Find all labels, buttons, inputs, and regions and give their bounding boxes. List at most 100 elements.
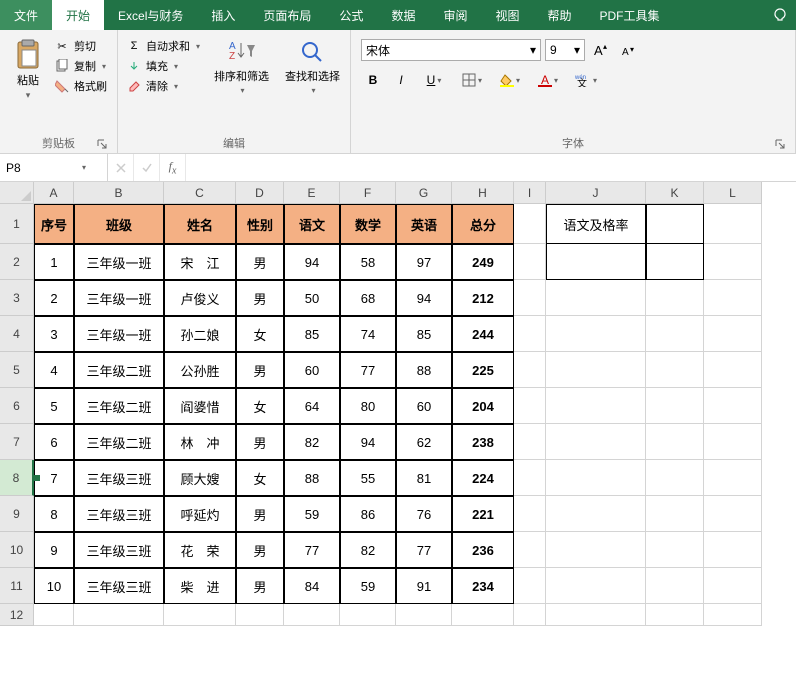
cell-C7[interactable]: 林 冲 [164,424,236,460]
cell-E11[interactable]: 84 [284,568,340,604]
cell-I8[interactable] [514,460,546,496]
cell-H12[interactable] [452,604,514,626]
cell-J8[interactable] [546,460,646,496]
cell-A4[interactable]: 3 [34,316,74,352]
cell-G6[interactable]: 60 [396,388,452,424]
cell-I10[interactable] [514,532,546,568]
cell-K4[interactable] [646,316,704,352]
cell-L12[interactable] [704,604,762,626]
cell-E2[interactable]: 94 [284,244,340,280]
cell-J9[interactable] [546,496,646,532]
menu-view[interactable]: 视图 [481,0,533,30]
cell-H8[interactable]: 224 [452,460,514,496]
cell-J10[interactable] [546,532,646,568]
cell-F5[interactable]: 77 [340,352,396,388]
cell-C9[interactable]: 呼延灼 [164,496,236,532]
cell-F11[interactable]: 59 [340,568,396,604]
cell-I3[interactable] [514,280,546,316]
cell-F9[interactable]: 86 [340,496,396,532]
cell-C1[interactable]: 姓名 [164,204,236,244]
cell-J7[interactable] [546,424,646,460]
menu-pdf-tools[interactable]: PDF工具集 [586,0,674,30]
col-header-B[interactable]: B [74,182,164,204]
cell-L8[interactable] [704,460,762,496]
cell-G11[interactable]: 91 [396,568,452,604]
row-header-12[interactable]: 12 [0,604,34,626]
font-launcher[interactable] [775,139,787,151]
cell-F10[interactable]: 82 [340,532,396,568]
name-box[interactable]: ▾ [0,154,108,181]
cell-E6[interactable]: 64 [284,388,340,424]
select-all-corner[interactable] [0,182,34,204]
cell-B2[interactable]: 三年级一班 [74,244,164,280]
cell-D6[interactable]: 女 [236,388,284,424]
cell-C2[interactable]: 宋 江 [164,244,236,280]
menu-review[interactable]: 审阅 [429,0,481,30]
cell-G4[interactable]: 85 [396,316,452,352]
cell-D8[interactable]: 女 [236,460,284,496]
cell-L3[interactable] [704,280,762,316]
cell-F6[interactable]: 80 [340,388,396,424]
cell-H2[interactable]: 249 [452,244,514,280]
italic-button[interactable]: I [389,68,413,92]
cell-K5[interactable] [646,352,704,388]
col-header-E[interactable]: E [284,182,340,204]
cell-E5[interactable]: 60 [284,352,340,388]
cell-J5[interactable] [546,352,646,388]
cell-K1[interactable] [646,204,704,244]
row-header-8[interactable]: 8 [0,460,34,496]
cell-I2[interactable] [514,244,546,280]
fill-button[interactable]: 填充 ▾ [126,58,200,74]
cell-J1[interactable]: 语文及格率 [546,204,646,244]
cell-A5[interactable]: 4 [34,352,74,388]
menu-formulas[interactable]: 公式 [325,0,377,30]
cell-D7[interactable]: 男 [236,424,284,460]
col-header-C[interactable]: C [164,182,236,204]
format-painter-button[interactable]: 格式刷 [54,78,107,94]
cell-C10[interactable]: 花 荣 [164,532,236,568]
cell-L7[interactable] [704,424,762,460]
cell-J4[interactable] [546,316,646,352]
cell-J3[interactable] [546,280,646,316]
copy-button[interactable]: 复制 ▾ [54,58,107,74]
col-header-I[interactable]: I [514,182,546,204]
cell-K8[interactable] [646,460,704,496]
col-header-G[interactable]: G [396,182,452,204]
row-header-11[interactable]: 11 [0,568,34,604]
cell-J6[interactable] [546,388,646,424]
cell-H5[interactable]: 225 [452,352,514,388]
cell-G5[interactable]: 88 [396,352,452,388]
cell-I1[interactable] [514,204,546,244]
tell-me-icon[interactable] [766,0,796,30]
cell-G9[interactable]: 76 [396,496,452,532]
cell-G3[interactable]: 94 [396,280,452,316]
cell-B3[interactable]: 三年级一班 [74,280,164,316]
col-header-J[interactable]: J [546,182,646,204]
name-box-input[interactable] [6,161,76,175]
cell-L2[interactable] [704,244,762,280]
cell-B6[interactable]: 三年级二班 [74,388,164,424]
increase-font-button[interactable]: A▴ [589,38,613,62]
find-select-button[interactable]: 查找和选择 ▾ [281,34,344,99]
cell-C3[interactable]: 卢俊义 [164,280,236,316]
cell-D1[interactable]: 性别 [236,204,284,244]
cell-I12[interactable] [514,604,546,626]
cell-L5[interactable] [704,352,762,388]
menu-page-layout[interactable]: 页面布局 [249,0,325,30]
font-color-button[interactable]: A▾ [531,68,565,92]
cell-B8[interactable]: 三年级三班 [74,460,164,496]
row-header-9[interactable]: 9 [0,496,34,532]
cell-B5[interactable]: 三年级二班 [74,352,164,388]
cell-D5[interactable]: 男 [236,352,284,388]
cell-D9[interactable]: 男 [236,496,284,532]
cell-G8[interactable]: 81 [396,460,452,496]
row-header-10[interactable]: 10 [0,532,34,568]
cell-G2[interactable]: 97 [396,244,452,280]
cell-D3[interactable]: 男 [236,280,284,316]
cell-K9[interactable] [646,496,704,532]
cell-E12[interactable] [284,604,340,626]
phonetic-button[interactable]: wén文▾ [569,68,603,92]
cell-A10[interactable]: 9 [34,532,74,568]
cell-K6[interactable] [646,388,704,424]
cell-L11[interactable] [704,568,762,604]
